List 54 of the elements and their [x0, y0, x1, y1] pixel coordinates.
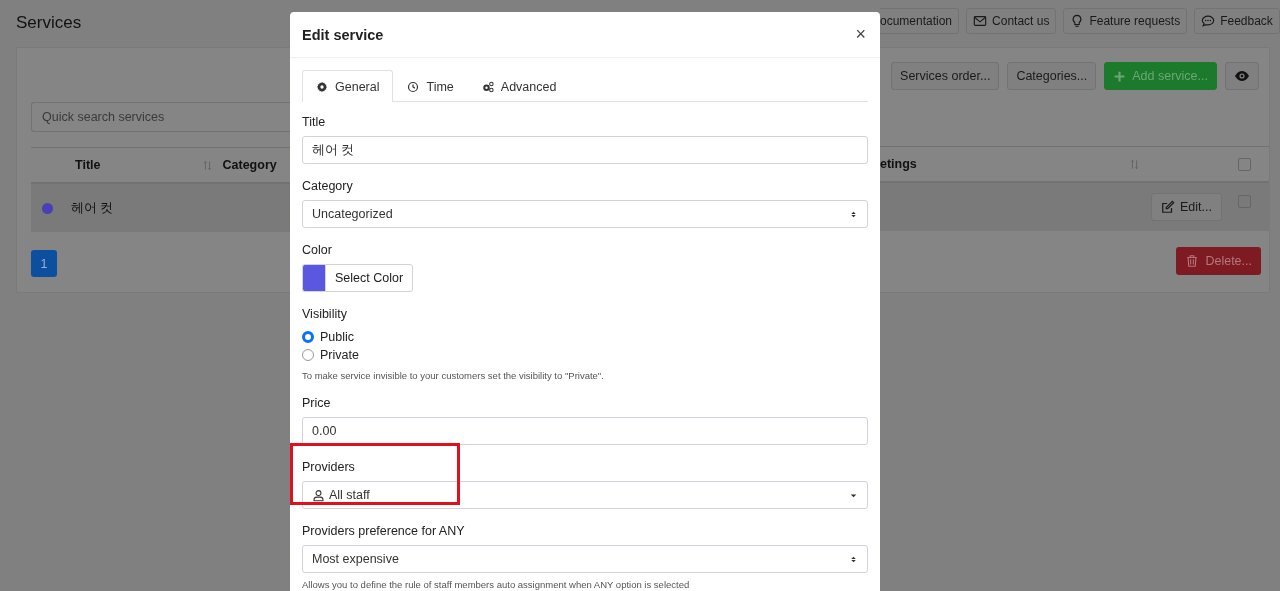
tab[interactable]: Time: [393, 70, 468, 102]
view-button[interactable]: [1225, 62, 1259, 90]
header-button[interactable]: Contact us: [966, 8, 1057, 34]
edit-button[interactable]: Edit...: [1151, 193, 1222, 221]
eye-icon: [1234, 68, 1250, 84]
field-label: Providers preference for ANY: [302, 523, 466, 540]
select-arrows-icon: [849, 554, 858, 564]
color-swatch[interactable]: [302, 264, 325, 292]
help-text: To make service invisible to your customers set the visibility to "Private".: [302, 369, 605, 382]
select-arrows-icon: [849, 209, 858, 219]
radio-button[interactable]: [302, 331, 314, 343]
column-header[interactable]: etings: [880, 157, 917, 171]
tab[interactable]: Advanced: [467, 70, 571, 102]
lightbulb-icon: [1070, 14, 1085, 28]
plus-icon: [1113, 69, 1127, 83]
checkbox[interactable]: [1238, 157, 1251, 171]
field-label: Providers: [302, 459, 356, 476]
field-label: Color: [302, 242, 333, 259]
gear-icon: [316, 80, 328, 93]
search-field[interactable]: Quick search services: [31, 102, 290, 132]
radio-label[interactable]: Public: [320, 330, 355, 344]
header-button[interactable]: ocumentation: [880, 8, 960, 34]
user-icon: [312, 488, 325, 502]
page-title: Services: [16, 12, 83, 34]
text-field[interactable]: 0.00: [302, 417, 868, 445]
dialog-title: Edit service: [302, 26, 384, 43]
toolbar-button[interactable]: Categories...: [1007, 62, 1097, 90]
column-header[interactable]: Title: [75, 158, 101, 172]
trash-icon: [1185, 254, 1200, 268]
text-field[interactable]: 헤어 컷: [302, 136, 868, 164]
toolbar-button[interactable]: Services order...: [891, 62, 1000, 90]
tab[interactable]: General: [302, 70, 394, 102]
field-label: Price: [302, 395, 332, 412]
clock-icon: [407, 80, 420, 93]
field-label: Category: [302, 178, 354, 195]
gears-icon: [481, 80, 494, 93]
help-text: Allows you to define the rule of staff members auto assignment when ANY option is selected: [302, 578, 691, 591]
delete-button[interactable]: Delete...: [1176, 247, 1261, 275]
header-button[interactable]: Feature requests: [1063, 8, 1188, 34]
column-header[interactable]: Category: [222, 158, 277, 172]
close-button[interactable]: ×: [853, 24, 868, 45]
edit-icon: [1161, 200, 1176, 214]
select-field[interactable]: Most expensive: [302, 545, 868, 573]
select-color-button[interactable]: Select Color: [325, 264, 414, 292]
dropdown-field[interactable]: All staff: [302, 481, 868, 509]
header-button[interactable]: Feedback: [1194, 8, 1280, 34]
table-cell: 헤어 컷: [71, 199, 114, 217]
field-label: Title: [302, 114, 327, 131]
select-field[interactable]: Uncategorized: [302, 200, 868, 228]
radio-label[interactable]: Private: [320, 348, 359, 362]
envelope-icon: [973, 14, 988, 28]
page-button[interactable]: 1: [31, 250, 57, 277]
field-label: Visibility: [302, 306, 348, 323]
chat-icon: [1201, 14, 1216, 28]
